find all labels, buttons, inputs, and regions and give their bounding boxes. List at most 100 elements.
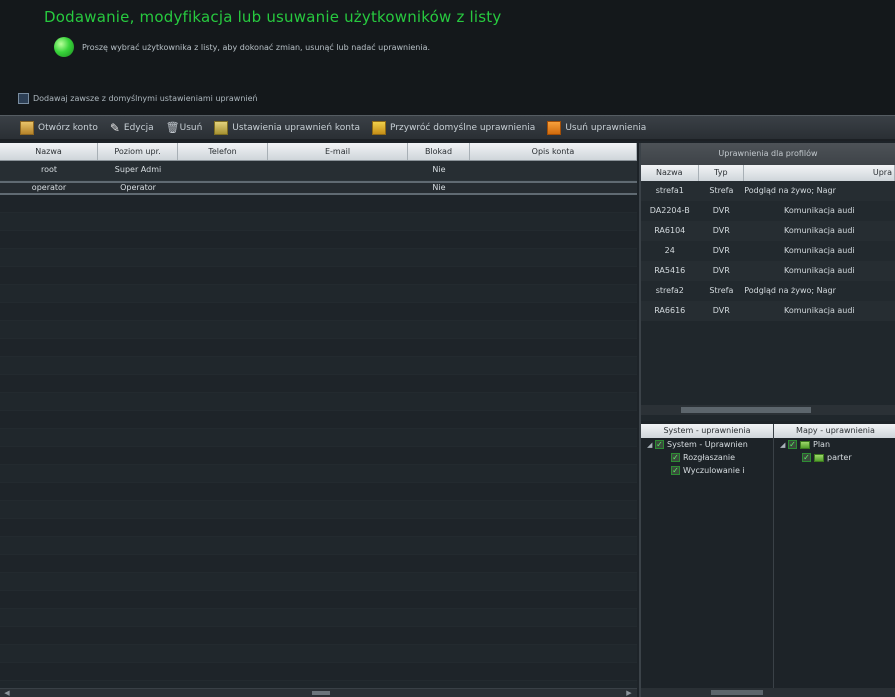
cell-type: Strefa (709, 286, 734, 295)
system-permissions-tree: System - uprawnienia ◢ ✓ System - Uprawn… (641, 424, 774, 689)
table-row[interactable]: root Super Admi Nie (0, 161, 637, 181)
empty-row (0, 321, 637, 339)
scroll-thumb[interactable] (681, 407, 811, 413)
cell-name: RA6616 (654, 306, 686, 315)
tree-label: Plan (813, 440, 831, 449)
cell-type: DVR (712, 246, 730, 255)
add-default-label: Dodawaj zawsze z domyślnymi ustawieniami… (33, 94, 258, 103)
status-light-icon (54, 37, 74, 57)
empty-row (0, 303, 637, 321)
users-table-header: Nazwa Poziom upr. Telefon E-mail Blokad … (0, 143, 637, 161)
empty-row (0, 519, 637, 537)
tree-horizontal-scrollbar[interactable] (641, 688, 895, 697)
open-account-button[interactable]: Otwórz konto (20, 120, 98, 135)
column-header-name[interactable]: Nazwa (0, 143, 98, 160)
restore-defaults-label: Przywróć domyślne uprawnienia (390, 122, 536, 133)
scroll-thumb[interactable] (312, 691, 330, 695)
system-map-permissions: System - uprawnienia ◢ ✓ System - Uprawn… (641, 424, 895, 689)
pencil-icon: ✎ (109, 120, 120, 135)
collapse-triangle-icon[interactable]: ◢ (647, 441, 655, 449)
column-header-locked[interactable]: Blokad (408, 143, 470, 160)
cell-locked: Nie (432, 165, 446, 174)
tree-item-broadcast[interactable]: ✓ Rozgłaszanie (641, 451, 773, 464)
add-default-checkbox[interactable] (18, 93, 29, 104)
permissions-horizontal-scrollbar[interactable] (641, 405, 895, 415)
open-account-icon (20, 120, 34, 135)
cell-permissions: Komunikacja audi (784, 266, 855, 275)
edit-button[interactable]: ✎ Edycja (110, 121, 154, 135)
cell-name: operator (31, 183, 67, 192)
header-panel: Dodawanie, modyfikacja lub usuwanie użyt… (0, 0, 895, 115)
cell-name: 24 (664, 246, 675, 255)
users-horizontal-scrollbar[interactable]: ◀ ▶ (0, 688, 637, 697)
cell-name: strefa1 (655, 186, 684, 195)
tree-label: System - Uprawnien (667, 440, 748, 449)
empty-row (0, 195, 637, 213)
cell-email (268, 161, 408, 180)
tree-label: Rozgłaszanie (683, 453, 736, 462)
permission-row[interactable]: RA5416 DVR Komunikacja audi (641, 261, 895, 281)
permission-row[interactable]: 24 DVR Komunikacja audi (641, 241, 895, 261)
checkbox-checked-icon[interactable]: ✓ (788, 440, 797, 449)
permission-row[interactable]: strefa2 Strefa Podgląd na żywo; Nagr (641, 281, 895, 301)
tree-label: parter (827, 453, 852, 462)
info-row: Proszę wybrać użytkownika z listy, aby d… (54, 37, 430, 57)
tree-item-parter[interactable]: ✓ parter (774, 451, 895, 464)
empty-rows (0, 195, 637, 681)
empty-row (0, 285, 637, 303)
cell-description (470, 183, 637, 193)
map-icon (814, 453, 824, 462)
empty-row (0, 231, 637, 249)
column-header-phone[interactable]: Telefon (178, 143, 268, 160)
info-text: Proszę wybrać użytkownika z listy, aby d… (82, 42, 431, 52)
account-permissions-label: Ustawienia uprawnień konta (232, 122, 361, 133)
column-header-type[interactable]: Typ (699, 165, 745, 181)
empty-row (0, 591, 637, 609)
tree-label: Wyczulowanie i (683, 466, 745, 475)
checkbox-checked-icon[interactable]: ✓ (671, 453, 680, 462)
table-row[interactable]: operator Operator Nie (0, 181, 637, 195)
cell-name: root (40, 165, 58, 174)
delete-button[interactable]: 🗑 Usuń (166, 121, 203, 135)
app-window: Dodawanie, modyfikacja lub usuwanie użyt… (0, 0, 895, 697)
empty-row (0, 501, 637, 519)
permission-row[interactable]: RA6616 DVR Komunikacja audi (641, 301, 895, 321)
tree-item-muting[interactable]: ✓ Wyczulowanie i (641, 464, 773, 477)
cell-phone (178, 183, 268, 193)
empty-row (0, 645, 637, 663)
checkbox-checked-icon[interactable]: ✓ (655, 440, 664, 449)
delete-label: Usuń (179, 122, 203, 133)
remove-permissions-button[interactable]: Usuń uprawnienia (547, 120, 646, 135)
column-header-permissions[interactable]: Upra (744, 165, 895, 181)
column-header-description[interactable]: Opis konta (470, 143, 637, 160)
cell-phone (178, 161, 268, 180)
column-header-level[interactable]: Poziom upr. (98, 143, 178, 160)
scroll-thumb[interactable] (711, 690, 763, 695)
scroll-right-icon[interactable]: ▶ (624, 689, 634, 697)
cell-name: strefa2 (655, 286, 684, 295)
open-account-label: Otwórz konto (38, 122, 98, 133)
system-permissions-header: System - uprawnienia (641, 424, 773, 438)
column-header-email[interactable]: E-mail (268, 143, 408, 160)
add-default-option[interactable]: Dodawaj zawsze z domyślnymi ustawieniami… (18, 93, 258, 104)
cell-permissions: Komunikacja audi (784, 206, 855, 215)
permission-row[interactable]: strefa1 Strefa Podgląd na żywo; Nagr (641, 181, 895, 201)
checkbox-checked-icon[interactable]: ✓ (671, 466, 680, 475)
page-title: Dodawanie, modyfikacja lub usuwanie użyt… (44, 8, 502, 26)
tree-item-system-root[interactable]: ◢ ✓ System - Uprawnien (641, 438, 773, 451)
cell-type: DVR (712, 266, 730, 275)
checkbox-checked-icon[interactable]: ✓ (802, 453, 811, 462)
scroll-left-icon[interactable]: ◀ (2, 689, 12, 697)
account-permissions-button[interactable]: Ustawienia uprawnień konta (214, 120, 361, 135)
permission-row[interactable]: DA2204-B DVR Komunikacja audi (641, 201, 895, 221)
permission-row[interactable]: RA6104 DVR Komunikacja audi (641, 221, 895, 241)
column-header-name[interactable]: Nazwa (641, 165, 699, 181)
collapse-triangle-icon[interactable]: ◢ (780, 441, 788, 449)
empty-row (0, 465, 637, 483)
empty-row (0, 663, 637, 681)
tree-item-plan[interactable]: ◢ ✓ Plan (774, 438, 895, 451)
restore-defaults-button[interactable]: Przywróć domyślne uprawnienia (372, 120, 536, 135)
cell-permissions: Komunikacja audi (784, 226, 855, 235)
toolbar: Otwórz konto ✎ Edycja 🗑 Usuń Ustawienia … (0, 115, 895, 141)
cell-type: DVR (712, 206, 730, 215)
